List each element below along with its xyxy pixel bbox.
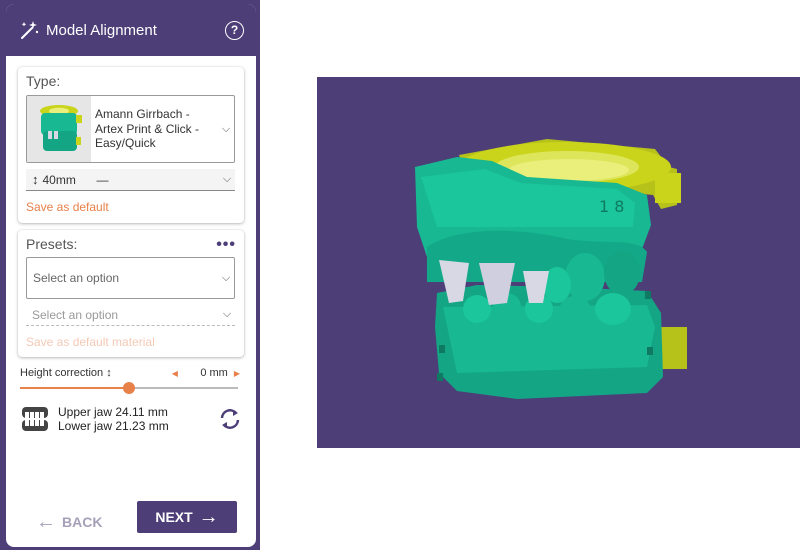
type-card: Type: Amann Girrbach - Artex Print & Cli…: [18, 67, 244, 223]
increase-arrow-icon[interactable]: ▶: [234, 369, 240, 378]
presets-label: Presets:: [26, 236, 78, 252]
back-button[interactable]: ← BACK: [36, 508, 116, 536]
sub-select-placeholder: Select an option: [32, 307, 119, 322]
next-button-label: NEXT: [155, 509, 193, 525]
panel-content: Model Alignment ? Type: Amann Girrbach -…: [6, 4, 256, 547]
model-thumbnail: [27, 96, 91, 162]
panel-title: Model Alignment: [46, 21, 157, 39]
app-window: Model Alignment ? Type: Amann Girrbach -…: [0, 0, 800, 550]
slider-knob[interactable]: [123, 382, 135, 394]
type-label: Type:: [26, 73, 61, 89]
more-options-icon[interactable]: •••: [216, 236, 236, 254]
swap-jaws-icon[interactable]: [218, 407, 242, 431]
model-height-select[interactable]: ↕ 40mm — ⌵: [26, 169, 235, 191]
height-extra: —: [96, 172, 109, 187]
panel-header: Model Alignment ?: [6, 4, 256, 56]
chevron-down-icon: ⌵: [221, 271, 231, 284]
preset-sub-select[interactable]: Select an option ⌵: [26, 304, 235, 326]
upper-jaw-text: Upper jaw 24.11 mm: [58, 405, 168, 419]
3d-viewport[interactable]: 1 8: [317, 77, 800, 448]
slider-fill: [20, 387, 129, 389]
height-correction-label: Height correction ↕: [20, 367, 112, 379]
articulator-thumbnail-icon: [40, 105, 82, 151]
preset-placeholder: Select an option: [33, 271, 120, 285]
chevron-down-icon: ⌵: [221, 122, 231, 135]
height-value: 40mm: [42, 172, 76, 187]
arrow-right-icon: →: [198, 505, 219, 528]
help-icon[interactable]: ?: [225, 20, 244, 40]
save-as-default-link[interactable]: Save as default: [26, 200, 109, 214]
magic-wand-icon: [21, 21, 39, 39]
save-as-default-material-link: Save as default material: [26, 335, 155, 349]
lower-jaw-text: Lower jaw 21.23 mm: [58, 419, 169, 433]
vertical-arrows-icon: ↕: [32, 172, 39, 187]
vertical-arrows-icon: ↕: [106, 367, 112, 379]
jaw-measurements: Upper jaw 24.11 mm Lower jaw 21.23 mm: [58, 405, 218, 433]
height-correction-slider[interactable]: [20, 382, 238, 394]
teeth-icon: [22, 407, 48, 431]
model-name: Amann Girrbach - Artex Print & Click - E…: [95, 107, 200, 151]
presets-card: Presets: ••• Select an option ⌵ Select a…: [18, 230, 244, 357]
model-type-select[interactable]: Amann Girrbach - Artex Print & Click - E…: [26, 95, 235, 163]
height-correction-value: 0 mm: [200, 367, 228, 379]
chevron-down-icon: ⌵: [222, 308, 232, 320]
dental-model-render: 1 8: [415, 139, 687, 399]
side-panel: Model Alignment ? Type: Amann Girrbach -…: [0, 0, 260, 550]
next-button[interactable]: NEXT →: [137, 501, 237, 533]
svg-text:1 8: 1 8: [599, 197, 624, 216]
back-button-label: BACK: [62, 514, 103, 530]
height-correction-row: Height correction ↕ ◀ 0 mm ▶: [20, 365, 240, 381]
jaw-info: Upper jaw 24.11 mm Lower jaw 21.23 mm: [20, 402, 242, 436]
chevron-down-icon: ⌵: [222, 173, 232, 185]
arrow-left-icon: ←: [36, 510, 56, 533]
preset-select[interactable]: Select an option ⌵: [26, 257, 235, 299]
